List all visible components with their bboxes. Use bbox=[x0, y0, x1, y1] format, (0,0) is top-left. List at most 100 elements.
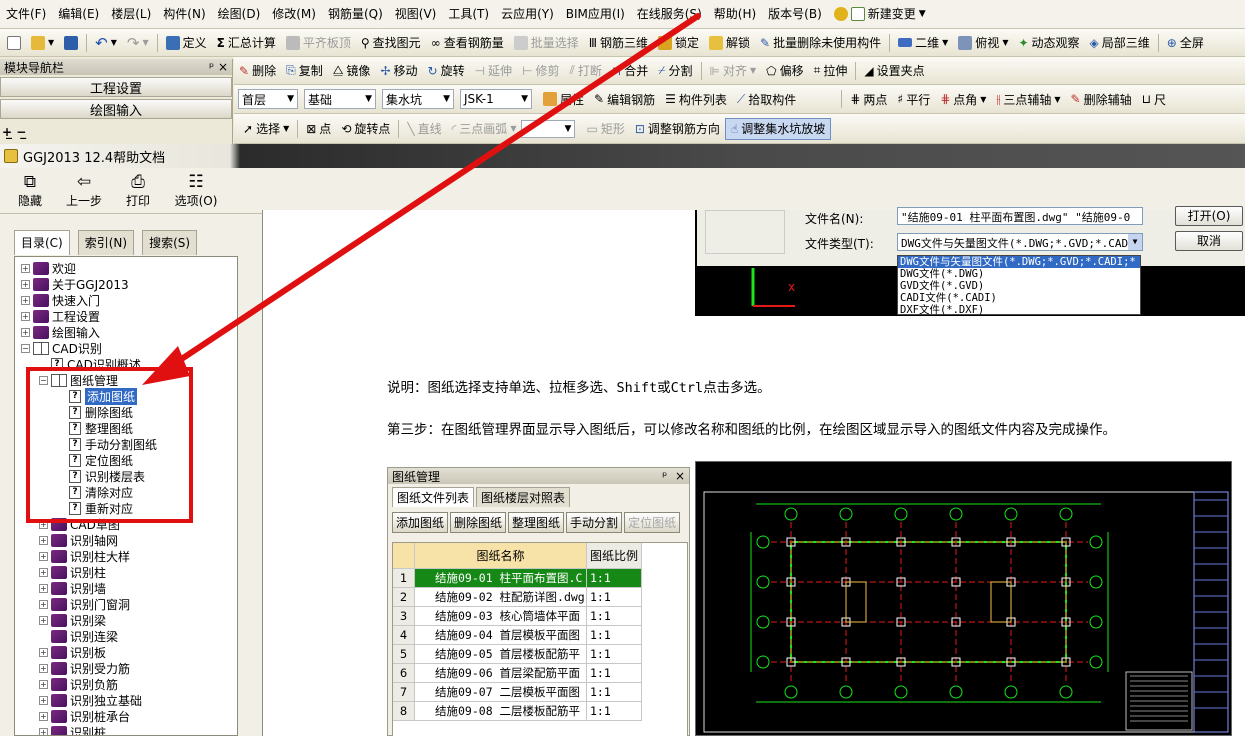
tree-item[interactable]: + 识别墙 bbox=[15, 580, 237, 596]
table-row[interactable]: 8 结施09-08 二层楼板配筋平 1:1 bbox=[393, 702, 687, 721]
tree-item[interactable]: ? CAD识别概述 bbox=[15, 356, 237, 372]
batch-select-button[interactable]: 批量选择 bbox=[509, 29, 584, 56]
mirror-button[interactable]: ⧋ 镜像 bbox=[328, 57, 376, 84]
expand-icon[interactable]: + bbox=[39, 679, 48, 689]
drawing-scale-cell[interactable]: 1:1 bbox=[587, 626, 642, 645]
find-element-button[interactable]: ⚲ 查找图元 bbox=[356, 29, 426, 56]
point-angle-button[interactable]: ⋕ 点角 ▼ bbox=[935, 85, 991, 113]
tree-item[interactable]: ? 清除对应 bbox=[15, 484, 237, 500]
delete-drawing-button[interactable]: 删除图纸 bbox=[450, 512, 507, 533]
three-point-aux-button[interactable]: ⫲ 三点辅轴 ▼ bbox=[991, 85, 1065, 113]
filetype-option[interactable]: GVD文件(*.GVD) bbox=[898, 280, 1140, 292]
view-top-button[interactable]: 俯视 ▼ bbox=[953, 29, 1013, 56]
expand-icon[interactable]: + bbox=[21, 295, 30, 305]
line-button[interactable]: ╲ 直线 bbox=[402, 114, 446, 143]
expand-icon[interactable]: + bbox=[39, 663, 48, 673]
locate-drawing-button[interactable]: 定位图纸 bbox=[624, 512, 681, 533]
filetype-select[interactable]: DWG文件与矢量图文件(*.DWG;*.GVD;*.CAD ▼ bbox=[897, 233, 1143, 251]
filetype-option[interactable]: DWG文件(*.DWG) bbox=[898, 268, 1140, 280]
tree-item[interactable]: + 快速入门 bbox=[15, 292, 237, 308]
tree-item[interactable]: − CAD识别 bbox=[15, 340, 237, 356]
open-button[interactable]: 打开(O) bbox=[1175, 206, 1243, 226]
expand-icon[interactable]: + bbox=[39, 599, 48, 609]
full-screen-button[interactable]: ⊕ 全屏 bbox=[1162, 29, 1209, 56]
merge-button[interactable]: ⊓ 合并 bbox=[607, 57, 653, 84]
tree-item[interactable]: + 欢迎 bbox=[15, 260, 237, 276]
close-icon[interactable]: × bbox=[675, 469, 685, 483]
tree-item[interactable]: + 识别柱 bbox=[15, 564, 237, 580]
element-select[interactable]: JSK-1 ▼ bbox=[460, 89, 532, 109]
drawing-name-cell[interactable]: 结施09-07 二层模板平面图 bbox=[415, 683, 587, 702]
menu-view[interactable]: 视图(V) bbox=[389, 0, 443, 28]
adjust-rebar-dir-button[interactable]: ⊡ 调整钢筋方向 bbox=[630, 114, 725, 143]
tree-item[interactable]: + 识别桩 bbox=[15, 724, 237, 735]
drawing-scale-cell[interactable]: 1:1 bbox=[587, 664, 642, 683]
move-button[interactable]: ✢ 移动 bbox=[375, 57, 422, 84]
select-button[interactable]: ➚ 选择 ▼ bbox=[238, 114, 294, 143]
tree-item[interactable]: + 识别负筋 bbox=[15, 676, 237, 692]
offset-button[interactable]: ⬠ 偏移 bbox=[761, 57, 808, 84]
print-button[interactable]: ⎙ 打印 bbox=[116, 172, 160, 209]
new-file-button[interactable] bbox=[2, 29, 26, 56]
tree-item[interactable]: + 绘图输入 bbox=[15, 324, 237, 340]
table-row[interactable]: 2 结施09-02 柱配筋详图.dwg 1:1 bbox=[393, 588, 687, 607]
element-list-button[interactable]: ☰ 构件列表 bbox=[660, 85, 732, 113]
tab-index[interactable]: 索引(N) bbox=[77, 230, 135, 255]
expand-icon[interactable]: + bbox=[21, 311, 30, 321]
hide-button[interactable]: ⧉ 隐藏 bbox=[8, 172, 52, 209]
tree-item[interactable]: + CAD草图 bbox=[15, 516, 237, 532]
dimension-button[interactable]: ⊔ 尺 bbox=[1137, 85, 1171, 113]
tab-drawing-file-list[interactable]: 图纸文件列表 bbox=[392, 487, 475, 507]
drawing-name-cell[interactable]: 结施09-01 柱平面布置图.C bbox=[415, 569, 587, 588]
nav-drawing-input[interactable]: 绘图输入 bbox=[0, 99, 232, 119]
tab-drawing-floor-map[interactable]: 图纸楼层对照表 bbox=[476, 487, 571, 507]
view-rebar-button[interactable]: ∞ 查看钢筋量 bbox=[426, 29, 509, 56]
extend-button[interactable]: ⊣ 延伸 bbox=[470, 57, 517, 84]
expand-icon[interactable]: + bbox=[39, 535, 48, 545]
menu-tools[interactable]: 工具(T) bbox=[442, 0, 495, 28]
drawing-name-cell[interactable]: 结施09-08 二层楼板配筋平 bbox=[415, 702, 587, 721]
expand-icon[interactable]: + bbox=[21, 279, 30, 289]
category-select[interactable]: 基础 ▼ bbox=[304, 89, 376, 109]
two-points-button[interactable]: ⋕ 两点 bbox=[845, 85, 892, 113]
menu-online[interactable]: 在线服务(S) bbox=[631, 0, 708, 28]
expand-icon[interactable]: + bbox=[39, 727, 48, 735]
tree-item[interactable]: + 识别独立基础 bbox=[15, 692, 237, 708]
adjust-pit-slope-button[interactable]: ☝ 调整集水坑放坡 bbox=[724, 117, 832, 140]
options-button[interactable]: ☷ 选项(O) bbox=[170, 172, 222, 209]
drawing-name-cell[interactable]: 结施09-02 柱配筋详图.dwg bbox=[415, 588, 587, 607]
menu-cloud[interactable]: 云应用(Y) bbox=[495, 0, 560, 28]
expand-icon[interactable]: + bbox=[39, 615, 48, 625]
view-2d-button[interactable]: 二维 ▼ bbox=[893, 29, 953, 56]
drawing-scale-cell[interactable]: 1:1 bbox=[587, 683, 642, 702]
column-header-name[interactable]: 图纸名称 bbox=[415, 543, 587, 569]
expand-icon[interactable]: + bbox=[21, 263, 30, 273]
pick-element-button[interactable]: ⟋ 拾取构件 bbox=[732, 85, 801, 113]
open-file-button[interactable]: ▼ bbox=[26, 29, 59, 56]
arc-button[interactable]: ◜ 三点画弧 ▼ bbox=[447, 114, 522, 143]
table-row[interactable]: 1 结施09-01 柱平面布置图.C 1:1 bbox=[393, 569, 687, 588]
add-drawing-button[interactable]: 添加图纸 bbox=[392, 512, 449, 533]
rebar-3d-button[interactable]: Ⅲ 钢筋三维 bbox=[584, 29, 653, 56]
expand-icon[interactable]: + bbox=[39, 695, 48, 705]
unlock-button[interactable]: 解锁 bbox=[704, 29, 755, 56]
expand-icon[interactable]: + bbox=[39, 551, 48, 561]
pin-icon[interactable]: ᵖ bbox=[209, 60, 214, 74]
cancel-button[interactable]: 取消 bbox=[1175, 231, 1243, 251]
local-3d-button[interactable]: ◈ 局部三维 bbox=[1085, 29, 1155, 56]
menu-help[interactable]: 帮助(H) bbox=[708, 0, 762, 28]
define-button[interactable]: 定义 bbox=[161, 29, 212, 56]
drawing-scale-cell[interactable]: 1:1 bbox=[587, 645, 642, 664]
expand-icon[interactable]: + bbox=[39, 647, 48, 657]
table-row[interactable]: 3 结施09-03 核心筒墙体平面 1:1 bbox=[393, 607, 687, 626]
rotate-point-button[interactable]: ⟲ 旋转点 bbox=[336, 114, 395, 143]
tree-item[interactable]: ? 删除图纸 bbox=[15, 404, 237, 420]
drawing-name-cell[interactable]: 结施09-06 首层梁配筋平面 bbox=[415, 664, 587, 683]
tree-item[interactable]: ? 添加图纸 bbox=[15, 387, 237, 405]
save-button[interactable] bbox=[59, 29, 83, 56]
pin-icon[interactable]: ᵖ bbox=[662, 469, 667, 483]
parallel-button[interactable]: ♯ 平行 bbox=[892, 85, 935, 113]
summary-button[interactable]: Σ 汇总计算 bbox=[212, 29, 281, 56]
table-row[interactable]: 6 结施09-06 首层梁配筋平面 1:1 bbox=[393, 664, 687, 683]
stretch-button[interactable]: ⌗ 拉伸 bbox=[809, 57, 853, 84]
